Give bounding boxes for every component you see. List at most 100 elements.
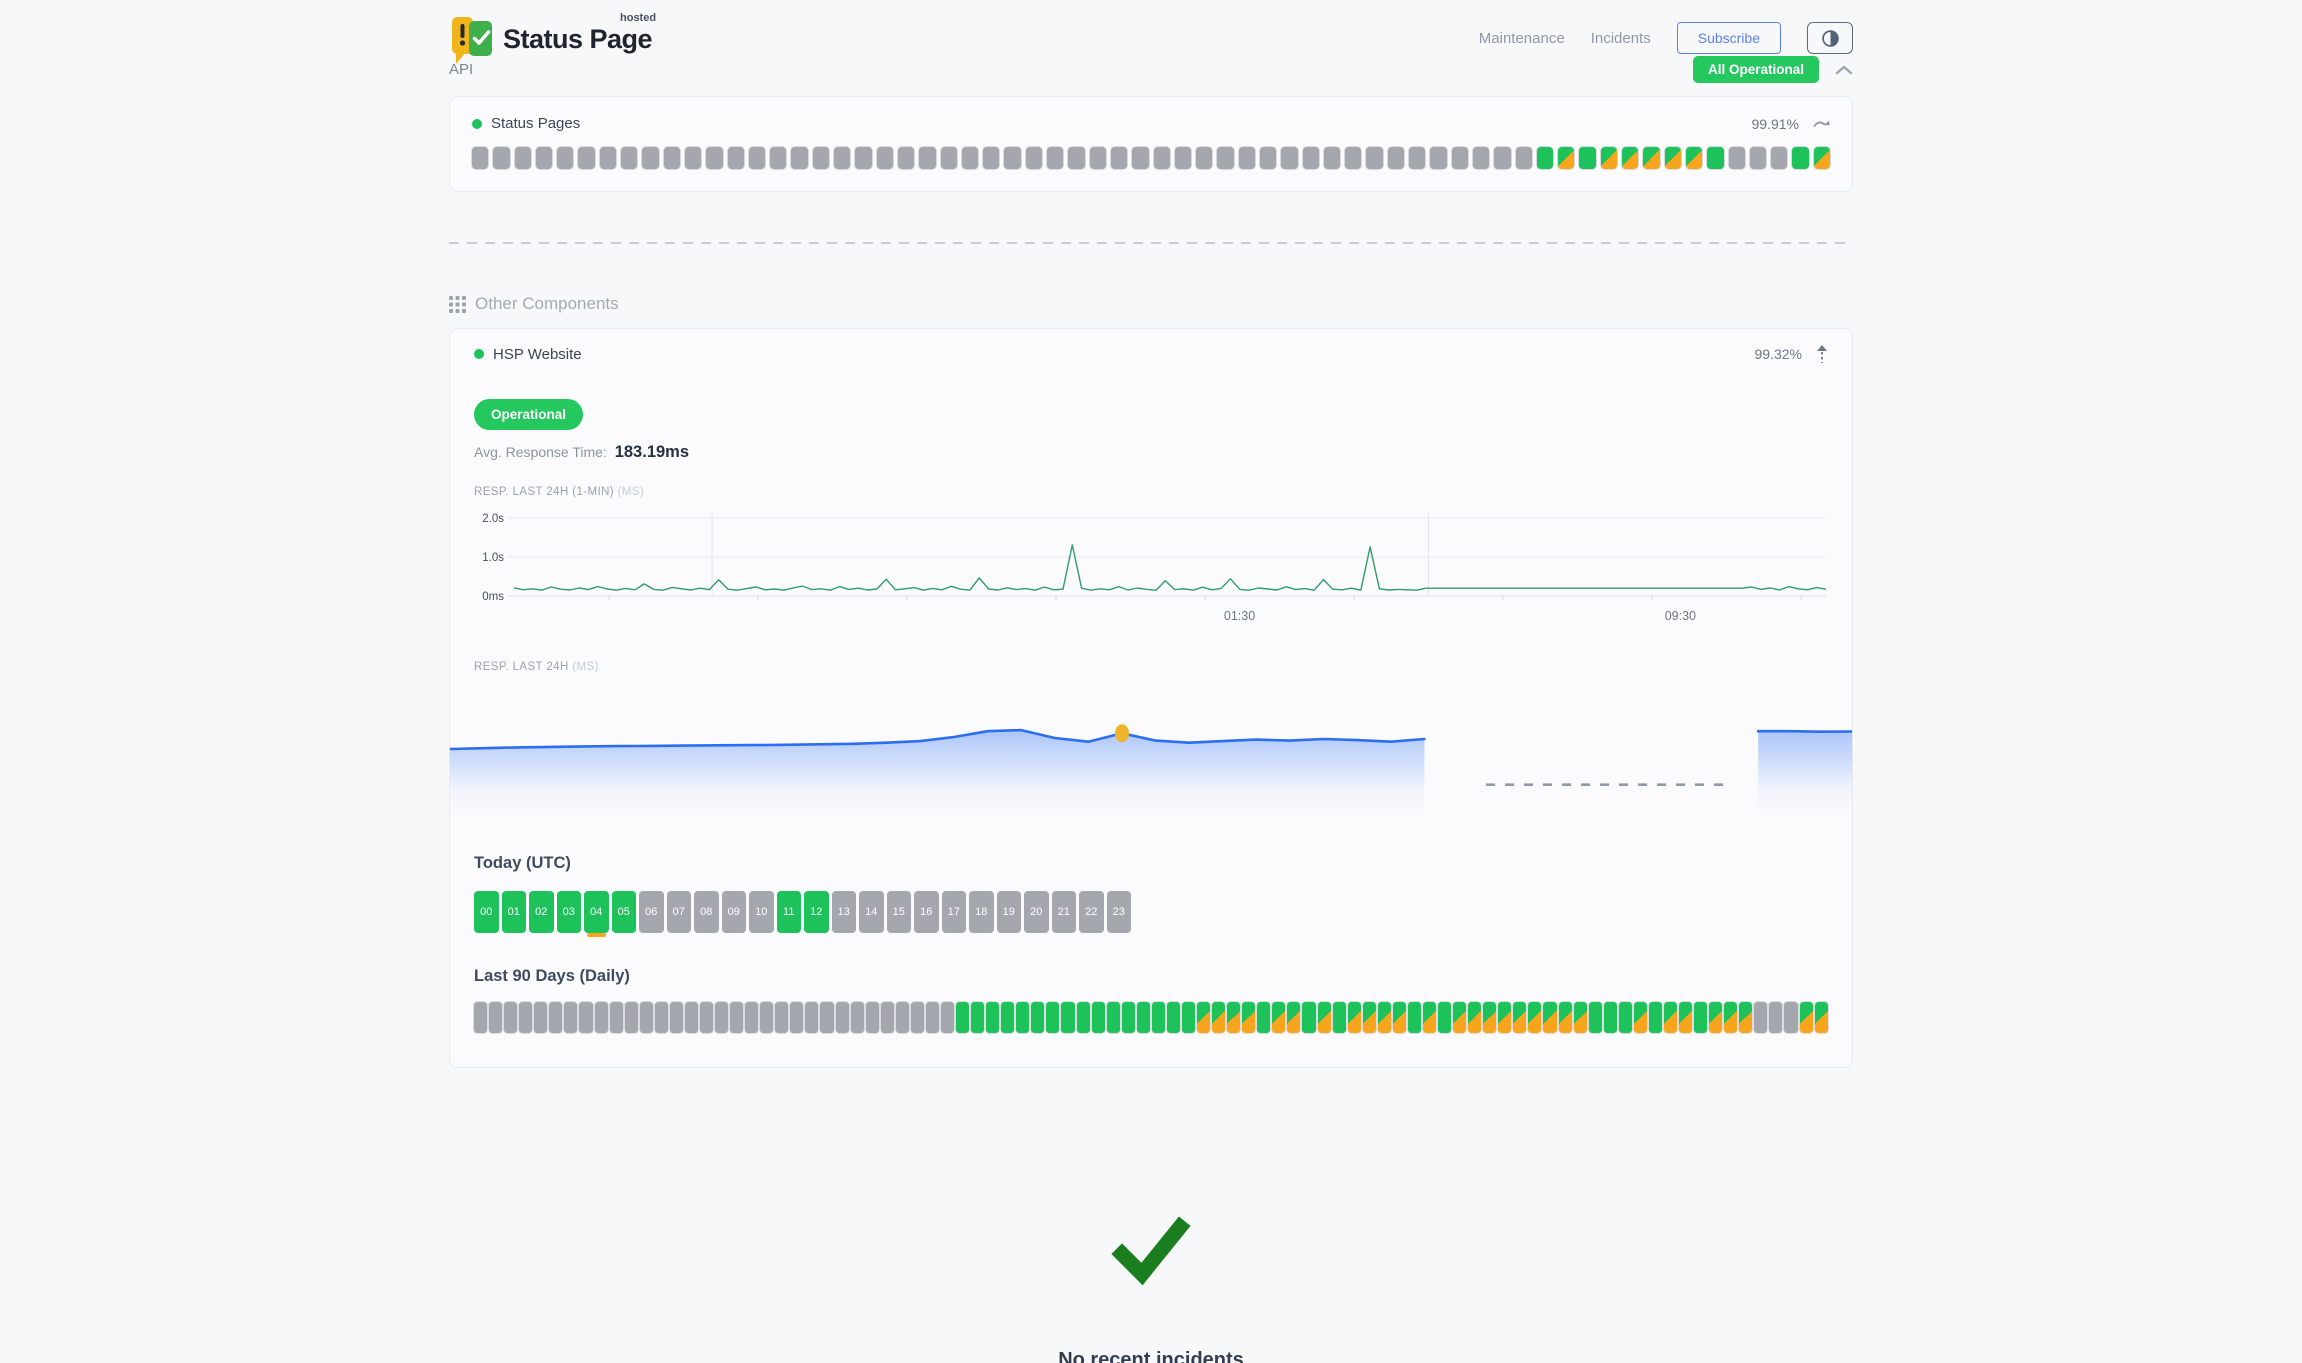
daily-uptime-bar[interactable]	[1393, 1002, 1406, 1033]
uptime-bar[interactable]	[877, 147, 893, 169]
daily-uptime-bar[interactable]	[519, 1002, 532, 1033]
uptime-bar[interactable]	[1068, 147, 1084, 169]
uptime-bar[interactable]	[919, 147, 935, 169]
daily-uptime-bar[interactable]	[1453, 1002, 1466, 1033]
daily-uptime-bar[interactable]	[1016, 1002, 1029, 1033]
uptime-bar[interactable]	[1111, 147, 1127, 169]
daily-uptime-bar[interactable]	[805, 1002, 818, 1033]
uptime-bar[interactable]	[1409, 147, 1425, 169]
uptime-bar[interactable]	[536, 147, 552, 169]
uptime-bar[interactable]	[1537, 147, 1553, 169]
uptime-bar[interactable]	[685, 147, 701, 169]
uptime-bar[interactable]	[1558, 147, 1574, 169]
refresh-icon[interactable]	[1813, 117, 1830, 131]
uptime-bar[interactable]	[642, 147, 658, 169]
daily-uptime-bar[interactable]	[1513, 1002, 1526, 1033]
daily-uptime-bar[interactable]	[1302, 1002, 1315, 1033]
uptime-bar[interactable]	[578, 147, 594, 169]
daily-uptime-bar[interactable]	[1061, 1002, 1074, 1033]
daily-uptime-bar[interactable]	[640, 1002, 653, 1033]
nav-maintenance[interactable]: Maintenance	[1479, 30, 1565, 47]
daily-uptime-bar[interactable]	[1679, 1002, 1692, 1033]
daily-uptime-bar[interactable]	[881, 1002, 894, 1033]
uptime-bar[interactable]	[493, 147, 509, 169]
daily-uptime-bar[interactable]	[1182, 1002, 1195, 1033]
uptime-bar[interactable]	[1792, 147, 1808, 169]
daily-uptime-bar[interactable]	[1001, 1002, 1014, 1033]
uptime-bar[interactable]	[813, 147, 829, 169]
daily-uptime-bar[interactable]	[579, 1002, 592, 1033]
daily-uptime-bar[interactable]	[1077, 1002, 1090, 1033]
daily-uptime-bar[interactable]	[1046, 1002, 1059, 1033]
collapse-arrow-up-icon[interactable]	[1816, 345, 1828, 363]
daily-uptime-bar[interactable]	[670, 1002, 683, 1033]
daily-uptime-bar[interactable]	[1574, 1002, 1587, 1033]
uptime-bar[interactable]	[1494, 147, 1510, 169]
daily-uptime-bar[interactable]	[1634, 1002, 1647, 1033]
daily-uptime-bar[interactable]	[1318, 1002, 1331, 1033]
uptime-bar[interactable]	[1303, 147, 1319, 169]
hour-block-22[interactable]: 22	[1079, 891, 1104, 933]
daily-uptime-bar[interactable]	[790, 1002, 803, 1033]
uptime-bar[interactable]	[1771, 147, 1787, 169]
daily-uptime-bar[interactable]	[625, 1002, 638, 1033]
daily-uptime-bar[interactable]	[1227, 1002, 1240, 1033]
daily-uptime-bar[interactable]	[941, 1002, 954, 1033]
daily-uptime-bar[interactable]	[1438, 1002, 1451, 1033]
uptime-bar[interactable]	[1239, 147, 1255, 169]
uptime-bar[interactable]	[706, 147, 722, 169]
daily-uptime-bar[interactable]	[1468, 1002, 1481, 1033]
uptime-bar[interactable]	[1366, 147, 1382, 169]
uptime-bar[interactable]	[1579, 147, 1595, 169]
daily-uptime-bar[interactable]	[1649, 1002, 1662, 1033]
daily-uptime-bar[interactable]	[1754, 1002, 1767, 1033]
daily-uptime-bar[interactable]	[1378, 1002, 1391, 1033]
daily-uptime-bar[interactable]	[610, 1002, 623, 1033]
daily-uptime-bar[interactable]	[595, 1002, 608, 1033]
uptime-bar[interactable]	[962, 147, 978, 169]
hour-block-07[interactable]: 07	[667, 891, 692, 933]
uptime-bar[interactable]	[1004, 147, 1020, 169]
daily-uptime-bar[interactable]	[504, 1002, 517, 1033]
daily-uptime-bar[interactable]	[1348, 1002, 1361, 1033]
uptime-bar[interactable]	[472, 147, 488, 169]
daily-uptime-bar[interactable]	[474, 1002, 487, 1033]
hour-block-03[interactable]: 03	[557, 891, 582, 933]
uptime-bar[interactable]	[664, 147, 680, 169]
uptime-bar[interactable]	[515, 147, 531, 169]
daily-uptime-bar[interactable]	[1543, 1002, 1556, 1033]
uptime-bar[interactable]	[600, 147, 616, 169]
uptime-bar[interactable]	[1707, 147, 1723, 169]
nav-incidents[interactable]: Incidents	[1591, 30, 1651, 47]
daily-uptime-bar[interactable]	[1739, 1002, 1752, 1033]
uptime-bar[interactable]	[1196, 147, 1212, 169]
daily-uptime-bar[interactable]	[1604, 1002, 1617, 1033]
uptime-bar[interactable]	[1154, 147, 1170, 169]
daily-uptime-bar[interactable]	[1242, 1002, 1255, 1033]
daily-uptime-bar[interactable]	[655, 1002, 668, 1033]
daily-uptime-bar[interactable]	[1784, 1002, 1797, 1033]
chevron-up-icon[interactable]	[1835, 65, 1853, 75]
uptime-bar[interactable]	[1516, 147, 1532, 169]
hour-block-13[interactable]: 13	[832, 891, 857, 933]
daily-uptime-bar[interactable]	[1107, 1002, 1120, 1033]
daily-uptime-bar[interactable]	[956, 1002, 969, 1033]
daily-uptime-bar[interactable]	[1212, 1002, 1225, 1033]
daily-uptime-bar[interactable]	[1423, 1002, 1436, 1033]
hour-block-21[interactable]: 21	[1052, 891, 1077, 933]
response-area-chart[interactable]	[450, 683, 1852, 820]
uptime-bar[interactable]	[1814, 147, 1830, 169]
daily-uptime-bar[interactable]	[851, 1002, 864, 1033]
uptime-bar[interactable]	[941, 147, 957, 169]
daily-uptime-bar[interactable]	[1724, 1002, 1737, 1033]
daily-uptime-bar[interactable]	[1137, 1002, 1150, 1033]
hour-block-19[interactable]: 19	[997, 891, 1022, 933]
uptime-bar[interactable]	[855, 147, 871, 169]
uptime-bar[interactable]	[1345, 147, 1361, 169]
hour-block-11[interactable]: 11	[777, 891, 802, 933]
uptime-bar[interactable]	[1622, 147, 1638, 169]
daily-uptime-bar[interactable]	[1559, 1002, 1572, 1033]
uptime-bar[interactable]	[1643, 147, 1659, 169]
daily-uptime-bar[interactable]	[896, 1002, 909, 1033]
uptime-bar[interactable]	[1090, 147, 1106, 169]
